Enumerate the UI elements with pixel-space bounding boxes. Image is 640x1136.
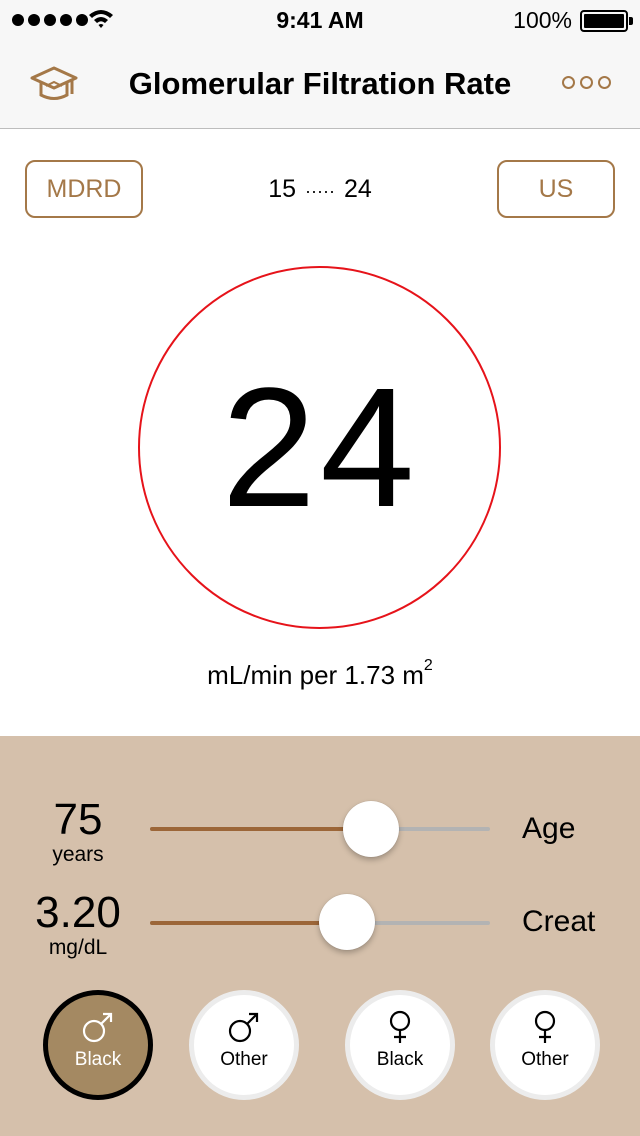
range-separator: ·····	[305, 181, 335, 201]
creatinine-label: Creat	[522, 905, 596, 938]
result-units: mL/min per 1.73 m2	[0, 657, 640, 691]
creatinine-readout: 3.20 mg/dL	[8, 890, 148, 960]
male-icon	[228, 1012, 259, 1043]
more-icon[interactable]	[562, 76, 611, 89]
age-slider-track[interactable]	[150, 827, 490, 831]
group-label: Other	[220, 1049, 268, 1070]
age-slider-thumb[interactable]	[343, 801, 399, 857]
female-black-button[interactable]: Black	[345, 990, 455, 1100]
page-title: Glomerular Filtration Rate	[128, 66, 512, 101]
female-other-button[interactable]: Other	[490, 990, 600, 1100]
age-slider-fill	[150, 827, 371, 831]
female-icon	[534, 1010, 556, 1043]
range-high: 24	[343, 175, 372, 203]
creatinine-slider-thumb[interactable]	[319, 894, 376, 950]
male-icon	[82, 1012, 113, 1043]
group-label: Other	[521, 1049, 569, 1070]
navigation-bar: Glomerular Filtration Rate	[0, 40, 640, 129]
units-button[interactable]: US	[497, 160, 615, 218]
age-unit: years	[52, 843, 104, 866]
range-low: 15	[268, 175, 297, 203]
units-exponent: 2	[423, 657, 433, 675]
male-black-button[interactable]: Black	[43, 990, 153, 1100]
creatinine-value: 3.20	[35, 888, 121, 937]
group-label: Black	[74, 1049, 122, 1070]
creatinine-unit: mg/dL	[48, 936, 108, 959]
age-readout: 75 years	[8, 797, 148, 867]
units-text: mL/min per 1.73 m	[207, 660, 424, 690]
age-label: Age	[522, 812, 576, 845]
male-other-button[interactable]: Other	[189, 990, 299, 1100]
battery-icon	[580, 10, 633, 32]
creatinine-slider-fill	[150, 921, 348, 925]
battery-percentage: 100%	[513, 7, 572, 33]
female-icon	[389, 1010, 411, 1043]
status-bar: 9:41 AM 100%	[0, 0, 640, 40]
age-value: 75	[53, 795, 103, 844]
group-label: Black	[376, 1049, 424, 1070]
gfr-value: 24	[221, 353, 419, 543]
